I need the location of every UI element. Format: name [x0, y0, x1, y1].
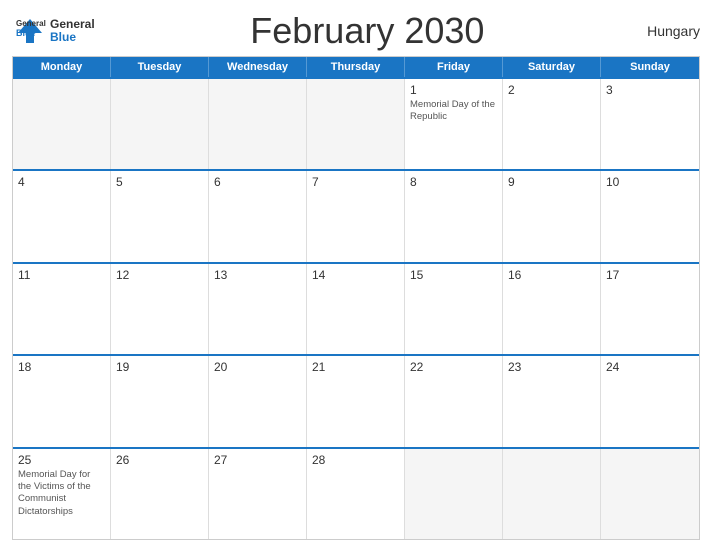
cell-w5-mon: 25 Memorial Day for the Victims of the C… [13, 449, 111, 539]
day-number: 18 [18, 360, 105, 374]
week-5: 25 Memorial Day for the Victims of the C… [13, 447, 699, 539]
cell-w2-sun: 10 [601, 171, 699, 261]
cell-w3-tue: 12 [111, 264, 209, 354]
day-number: 8 [410, 175, 497, 189]
cell-w3-fri: 15 [405, 264, 503, 354]
cell-w2-thu: 7 [307, 171, 405, 261]
day-number: 17 [606, 268, 694, 282]
weeks: 1 Memorial Day of the Republic 2 3 4 5 6… [13, 77, 699, 539]
cell-w3-sat: 16 [503, 264, 601, 354]
day-number: 13 [214, 268, 301, 282]
svg-text:General: General [16, 19, 46, 28]
cell-w2-wed: 6 [209, 171, 307, 261]
cell-w2-sat: 9 [503, 171, 601, 261]
week-3: 11 12 13 14 15 16 17 [13, 262, 699, 354]
cell-w1-tue [111, 79, 209, 169]
day-number: 14 [312, 268, 399, 282]
cell-w5-fri [405, 449, 503, 539]
cell-w5-thu: 28 [307, 449, 405, 539]
day-number: 24 [606, 360, 694, 374]
logo-icon: General Blue [12, 13, 48, 49]
cell-w4-sat: 23 [503, 356, 601, 446]
logo-text: General Blue [50, 18, 95, 44]
day-number: 10 [606, 175, 694, 189]
day-number: 19 [116, 360, 203, 374]
header-thursday: Thursday [307, 57, 405, 77]
day-number: 5 [116, 175, 203, 189]
cell-w4-tue: 19 [111, 356, 209, 446]
calendar-page: General Blue General Blue February 2030 … [0, 0, 712, 550]
header-tuesday: Tuesday [111, 57, 209, 77]
day-number: 6 [214, 175, 301, 189]
header-friday: Friday [405, 57, 503, 77]
header-wednesday: Wednesday [209, 57, 307, 77]
day-number: 2 [508, 83, 595, 97]
day-number: 20 [214, 360, 301, 374]
day-number: 15 [410, 268, 497, 282]
cell-w1-wed [209, 79, 307, 169]
calendar-title: February 2030 [95, 10, 640, 52]
cell-w1-mon [13, 79, 111, 169]
day-number: 16 [508, 268, 595, 282]
logo-blue-text: Blue [50, 31, 95, 44]
logo: General Blue General Blue [12, 13, 95, 49]
day-headers: Monday Tuesday Wednesday Thursday Friday… [13, 57, 699, 77]
day-number: 25 [18, 453, 105, 467]
day-number: 7 [312, 175, 399, 189]
cell-w3-mon: 11 [13, 264, 111, 354]
cell-w1-thu [307, 79, 405, 169]
cell-w1-sun: 3 [601, 79, 699, 169]
cell-w3-thu: 14 [307, 264, 405, 354]
calendar-grid: Monday Tuesday Wednesday Thursday Friday… [12, 56, 700, 540]
day-number: 3 [606, 83, 694, 97]
cell-w5-sat [503, 449, 601, 539]
day-number: 4 [18, 175, 105, 189]
cell-w4-wed: 20 [209, 356, 307, 446]
week-2: 4 5 6 7 8 9 10 [13, 169, 699, 261]
day-number: 1 [410, 83, 497, 97]
cell-w5-sun [601, 449, 699, 539]
cell-w5-tue: 26 [111, 449, 209, 539]
header-sunday: Sunday [601, 57, 699, 77]
cell-w5-wed: 27 [209, 449, 307, 539]
cell-w2-tue: 5 [111, 171, 209, 261]
cell-w4-fri: 22 [405, 356, 503, 446]
day-number: 23 [508, 360, 595, 374]
event-label: Memorial Day of the Republic [410, 99, 497, 124]
header-saturday: Saturday [503, 57, 601, 77]
day-number: 26 [116, 453, 203, 467]
header: General Blue General Blue February 2030 … [12, 10, 700, 52]
day-number: 11 [18, 268, 105, 282]
cell-w2-fri: 8 [405, 171, 503, 261]
cell-w2-mon: 4 [13, 171, 111, 261]
cell-w4-mon: 18 [13, 356, 111, 446]
cell-w3-wed: 13 [209, 264, 307, 354]
svg-text:Blue: Blue [16, 28, 36, 38]
cell-w1-fri: 1 Memorial Day of the Republic [405, 79, 503, 169]
day-number: 9 [508, 175, 595, 189]
event-label: Memorial Day for the Victims of the Comm… [18, 469, 105, 518]
country-label: Hungary [640, 23, 700, 39]
week-4: 18 19 20 21 22 23 24 [13, 354, 699, 446]
day-number: 27 [214, 453, 301, 467]
day-number: 28 [312, 453, 399, 467]
day-number: 22 [410, 360, 497, 374]
cell-w4-thu: 21 [307, 356, 405, 446]
day-number: 21 [312, 360, 399, 374]
header-monday: Monday [13, 57, 111, 77]
week-1: 1 Memorial Day of the Republic 2 3 [13, 77, 699, 169]
cell-w3-sun: 17 [601, 264, 699, 354]
day-number: 12 [116, 268, 203, 282]
cell-w4-sun: 24 [601, 356, 699, 446]
cell-w1-sat: 2 [503, 79, 601, 169]
